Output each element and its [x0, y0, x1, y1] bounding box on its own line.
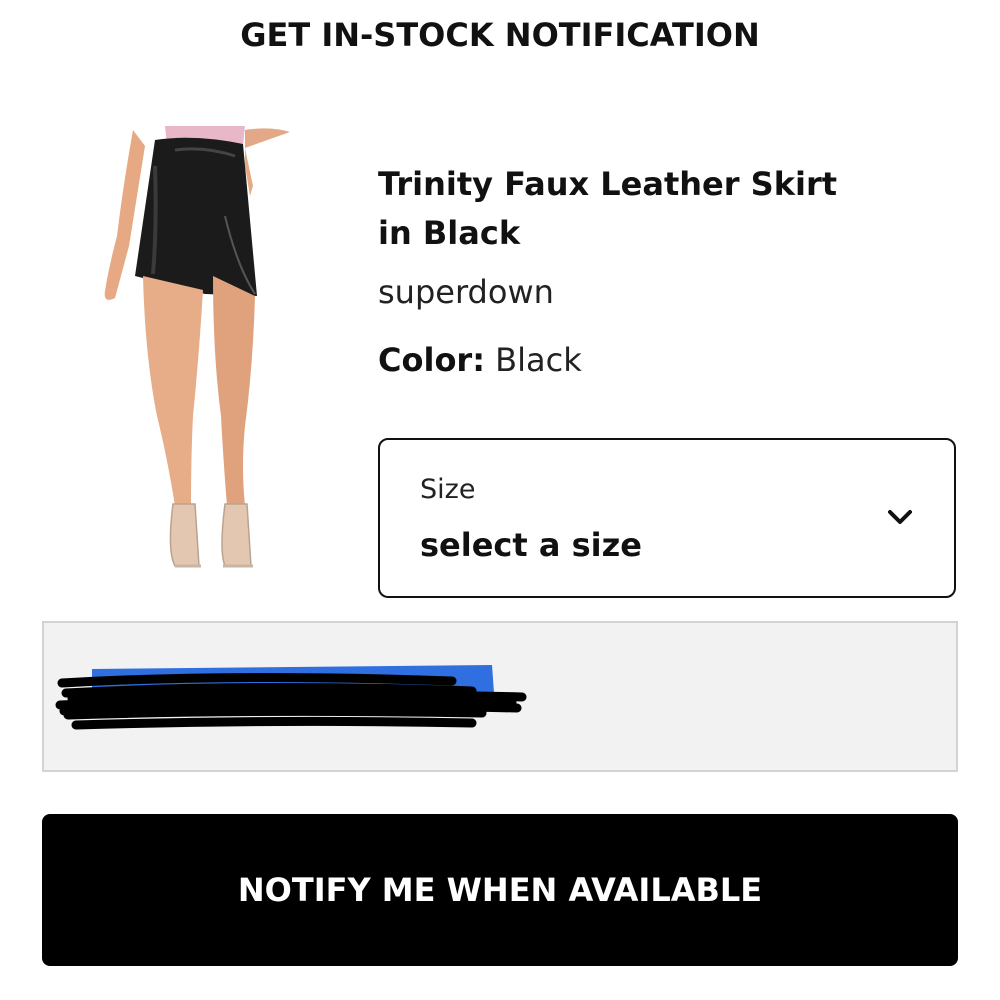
size-select[interactable]: Size select a size: [378, 438, 956, 598]
product-color: Color: Black: [378, 340, 878, 380]
in-stock-notification-modal: GET IN-STOCK NOTIFICATION Trinity Faux L…: [0, 0, 1000, 1000]
color-value: Black: [495, 341, 582, 379]
product-image: [104, 126, 290, 568]
product-name-line-1: Trinity Faux Leather Skirt: [378, 165, 838, 203]
email-field[interactable]: [42, 621, 958, 772]
size-select-value: select a size: [420, 526, 642, 564]
notify-me-button[interactable]: NOTIFY ME WHEN AVAILABLE: [42, 814, 958, 966]
color-label: Color:: [378, 341, 485, 379]
product-name-line-2: in Black: [378, 214, 521, 252]
modal-title: GET IN-STOCK NOTIFICATION: [240, 16, 760, 54]
product-info: Trinity Faux Leather Skirt in Black supe…: [378, 160, 878, 380]
size-select-label: Size: [420, 474, 476, 505]
product-name: Trinity Faux Leather Skirt in Black: [378, 160, 878, 258]
chevron-down-icon: [888, 510, 912, 524]
email-input[interactable]: [44, 623, 956, 770]
product-brand: superdown: [378, 273, 554, 311]
